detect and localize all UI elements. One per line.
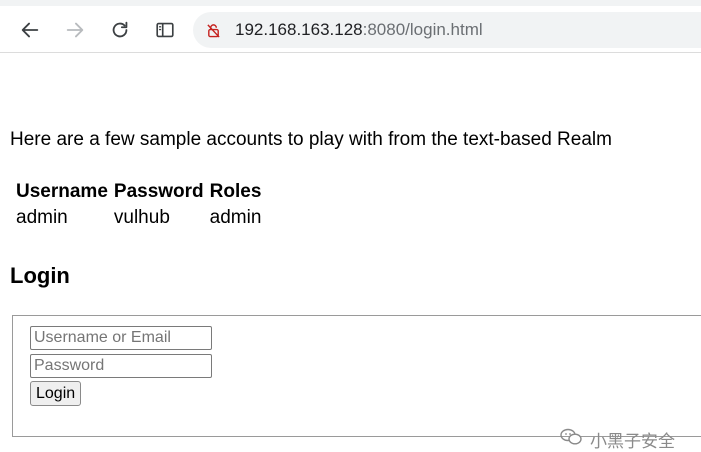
sidebar-icon bbox=[156, 22, 174, 38]
url-rest: :8080/login.html bbox=[362, 20, 483, 39]
forward-arrow-icon bbox=[66, 22, 84, 38]
tab-strip-edge bbox=[0, 0, 701, 6]
page-content: Here are a few sample accounts to play w… bbox=[0, 53, 701, 452]
reload-icon bbox=[112, 21, 128, 38]
sidebar-toggle-button[interactable] bbox=[151, 16, 179, 44]
address-url: 192.168.163.128:8080/login.html bbox=[235, 20, 483, 40]
back-button[interactable] bbox=[16, 16, 44, 44]
password-input[interactable] bbox=[30, 354, 212, 378]
table-header-row: Username Password Roles bbox=[14, 181, 263, 203]
username-input[interactable] bbox=[30, 326, 212, 350]
chat-bubbles-icon bbox=[560, 428, 582, 451]
browser-toolbar: 192.168.163.128:8080/login.html bbox=[0, 0, 701, 53]
cell-password: vulhub bbox=[113, 207, 170, 228]
table-row: admin vulhub admin bbox=[14, 207, 263, 229]
watermark: 小黑子安全 bbox=[560, 427, 675, 452]
header-username: Username bbox=[16, 181, 108, 202]
cell-roles: admin bbox=[209, 207, 262, 228]
login-form: Login bbox=[12, 315, 701, 437]
url-host: 192.168.163.128 bbox=[235, 20, 363, 39]
header-password: Password bbox=[113, 181, 204, 202]
sample-accounts-table: Username Password Roles admin vulhub adm… bbox=[12, 177, 265, 233]
login-heading: Login bbox=[10, 263, 70, 288]
address-bar[interactable]: 192.168.163.128:8080/login.html bbox=[193, 12, 701, 48]
back-arrow-icon bbox=[21, 22, 39, 38]
watermark-text: 小黑子安全 bbox=[590, 432, 675, 452]
intro-text: Here are a few sample accounts to play w… bbox=[10, 129, 612, 150]
forward-button[interactable] bbox=[61, 16, 89, 44]
not-secure-icon[interactable] bbox=[205, 22, 221, 38]
login-button[interactable]: Login bbox=[30, 381, 82, 406]
cell-username: admin bbox=[16, 207, 68, 228]
reload-button[interactable] bbox=[106, 16, 134, 44]
header-roles: Roles bbox=[209, 181, 262, 202]
